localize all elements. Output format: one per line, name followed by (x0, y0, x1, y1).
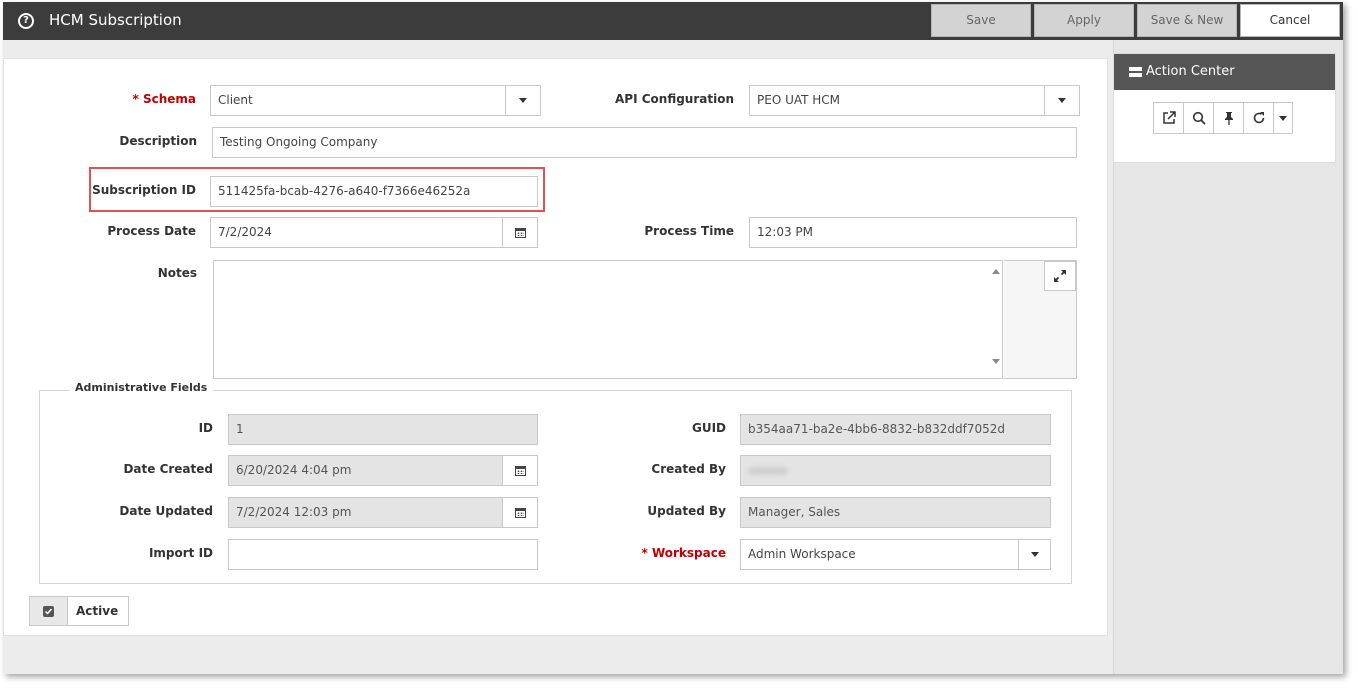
calendar-icon (514, 507, 526, 518)
process-date-calendar-button[interactable] (502, 217, 538, 248)
id-field: 1 (228, 414, 538, 445)
description-input[interactable]: Testing Ongoing Company (212, 127, 1077, 158)
id-label: ID (198, 421, 213, 435)
schema-label: * Schema (132, 92, 196, 106)
updated-by-label: Updated By (647, 504, 726, 518)
cancel-button[interactable]: Cancel (1240, 4, 1340, 37)
checkmark-icon (43, 605, 54, 617)
action-center-title: Action Center (1146, 64, 1235, 79)
hcm-subscription-window: ? HCM Subscription Save Apply Save & New… (3, 2, 1343, 674)
guid-field: b354aa71-ba2e-4bb6-8832-b832ddf7052d (740, 414, 1051, 445)
notes-textarea[interactable] (213, 260, 1003, 379)
expand-button[interactable] (1044, 261, 1076, 291)
action-center: Action Center (1113, 53, 1336, 163)
active-toggle[interactable]: Active (29, 596, 129, 626)
schema-dropdown-button[interactable] (505, 85, 541, 116)
created-by-field (740, 455, 1051, 486)
date-created-calendar-button[interactable] (502, 455, 538, 486)
administrative-fields-legend: Administrative Fields (69, 381, 214, 394)
schema-select[interactable]: Client (210, 85, 506, 116)
workspace-dropdown-button[interactable] (1018, 539, 1051, 570)
process-date-input[interactable]: 7/2/2024 (210, 217, 503, 248)
save-and-new-button[interactable]: Save & New (1137, 4, 1237, 37)
calendar-icon (514, 227, 526, 238)
chevron-down-icon (519, 98, 527, 103)
updated-by-field: Manager, Sales (740, 497, 1051, 528)
pin-icon[interactable] (1214, 103, 1244, 133)
subscription-id-label: Subscription ID (92, 183, 196, 197)
window-title: HCM Subscription (49, 11, 182, 29)
panel-icon (1129, 67, 1142, 77)
description-label: Description (119, 134, 197, 148)
active-label: Active (76, 604, 119, 618)
guid-label: GUID (691, 421, 726, 435)
question-circle-icon[interactable]: ? (18, 13, 34, 29)
api-configuration-select[interactable]: PEO UAT HCM (749, 85, 1045, 116)
caret-down-icon[interactable] (1274, 103, 1292, 133)
notes-label: Notes (157, 266, 197, 280)
refresh-icon[interactable] (1244, 103, 1274, 133)
subscription-id-input[interactable]: 511425fa-bcab-4276-a640-f7366e46252a (210, 176, 538, 207)
title-bar: ? HCM Subscription Save Apply Save & New… (3, 2, 1343, 40)
api-configuration-label: API Configuration (615, 92, 734, 106)
api-configuration-dropdown-button[interactable] (1044, 85, 1080, 116)
date-created-field: 6/20/2024 4:04 pm (228, 455, 503, 486)
date-updated-field: 7/2/2024 12:03 pm (228, 497, 503, 528)
date-updated-label: Date Updated (119, 504, 213, 518)
process-time-label: Process Time (644, 224, 734, 238)
save-button[interactable]: Save (931, 4, 1031, 37)
workspace-select[interactable]: Admin Workspace (740, 539, 1019, 570)
redacted-name (748, 466, 788, 475)
action-center-toolbar (1153, 102, 1293, 134)
date-updated-calendar-button[interactable] (502, 497, 538, 528)
import-id-label: Import ID (148, 546, 213, 560)
apply-button[interactable]: Apply (1034, 4, 1134, 37)
search-icon[interactable] (1184, 103, 1214, 133)
created-by-label: Created By (651, 462, 726, 476)
scroll-up-icon[interactable] (992, 269, 1000, 274)
scroll-down-icon[interactable] (992, 359, 1000, 364)
active-checkbox[interactable] (30, 597, 68, 625)
workspace-label: * Workspace (641, 546, 726, 560)
chevron-down-icon (1030, 552, 1039, 557)
process-date-label: Process Date (107, 224, 196, 238)
process-time-input[interactable]: 12:03 PM (749, 217, 1077, 248)
action-center-header: Action Center (1114, 54, 1335, 90)
chevron-down-icon (1058, 98, 1066, 103)
external-link-icon[interactable] (1154, 103, 1184, 133)
expand-icon (1054, 270, 1066, 282)
import-id-input[interactable] (228, 539, 538, 570)
date-created-label: Date Created (123, 462, 213, 476)
calendar-icon (514, 465, 526, 476)
